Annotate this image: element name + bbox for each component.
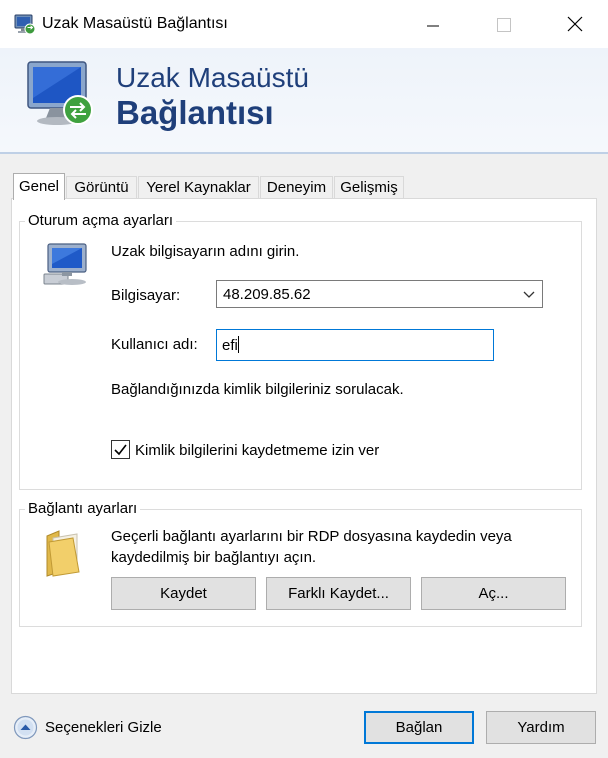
folder-icon [46, 530, 80, 577]
credentials-note: Bağlandığınızda kimlik bilgileriniz soru… [111, 381, 404, 398]
allow-save-credentials-label[interactable]: Kimlik bilgilerini kaydetmeme izin ver [135, 442, 379, 459]
logon-settings-legend: Oturum açma ayarları [25, 212, 177, 229]
save-button[interactable]: Kaydet [111, 577, 256, 610]
logon-instruction: Uzak bilgisayarın adını girin. [111, 243, 300, 260]
banner-divider [0, 152, 608, 154]
maximize-button[interactable] [480, 6, 528, 46]
allow-save-credentials-checkbox[interactable] [111, 440, 130, 459]
tab-deneyim[interactable]: Deneyim [260, 176, 333, 198]
tab-genel[interactable]: Genel [13, 173, 65, 200]
connection-description-line2: kaydedilmiş bir bağlantıyı açın. [111, 549, 317, 566]
banner-title-line2: Bağlantısı [116, 94, 274, 131]
computer-label: Bilgisayar: [111, 287, 181, 304]
username-value: efi [222, 336, 239, 354]
checkmark-icon [114, 444, 127, 456]
minimize-icon [427, 25, 439, 27]
connection-description-line1: Geçerli bağlantı ayarlarını bir RDP dosy… [111, 528, 512, 545]
minimize-button[interactable] [408, 6, 456, 46]
connect-button[interactable]: Bağlan [364, 711, 474, 744]
remote-desktop-icon [14, 14, 36, 35]
chevron-down-icon[interactable] [523, 291, 535, 299]
remote-desktop-monitor-icon [27, 61, 93, 125]
banner-title-line1: Uzak Masaüstü [116, 62, 309, 93]
help-button[interactable]: Yardım [486, 711, 596, 744]
username-text: efi [222, 337, 238, 354]
chevron-up-circle-icon[interactable] [13, 715, 38, 740]
username-label: Kullanıcı adı: [111, 336, 198, 353]
window-title: Uzak Masaüstü Bağlantısı [42, 15, 228, 32]
tab-gelismis[interactable]: Gelişmiş [334, 176, 404, 198]
save-as-button[interactable]: Farklı Kaydet... [266, 577, 411, 610]
computer-icon [43, 243, 87, 285]
hide-options-link[interactable]: Seçenekleri Gizle [45, 719, 162, 736]
username-input[interactable]: efi [216, 329, 494, 361]
maximize-icon [497, 18, 511, 32]
computer-combobox[interactable]: 48.209.85.62 [216, 280, 543, 308]
connection-settings-legend: Bağlantı ayarları [25, 500, 141, 517]
close-button[interactable] [551, 6, 599, 46]
tab-yerel-kaynaklar[interactable]: Yerel Kaynaklar [138, 176, 259, 198]
close-icon [567, 16, 583, 32]
text-caret [237, 336, 239, 353]
open-button[interactable]: Aç... [421, 577, 566, 610]
computer-value: 48.209.85.62 [223, 286, 311, 303]
tab-goruntu[interactable]: Görüntü [66, 176, 137, 198]
